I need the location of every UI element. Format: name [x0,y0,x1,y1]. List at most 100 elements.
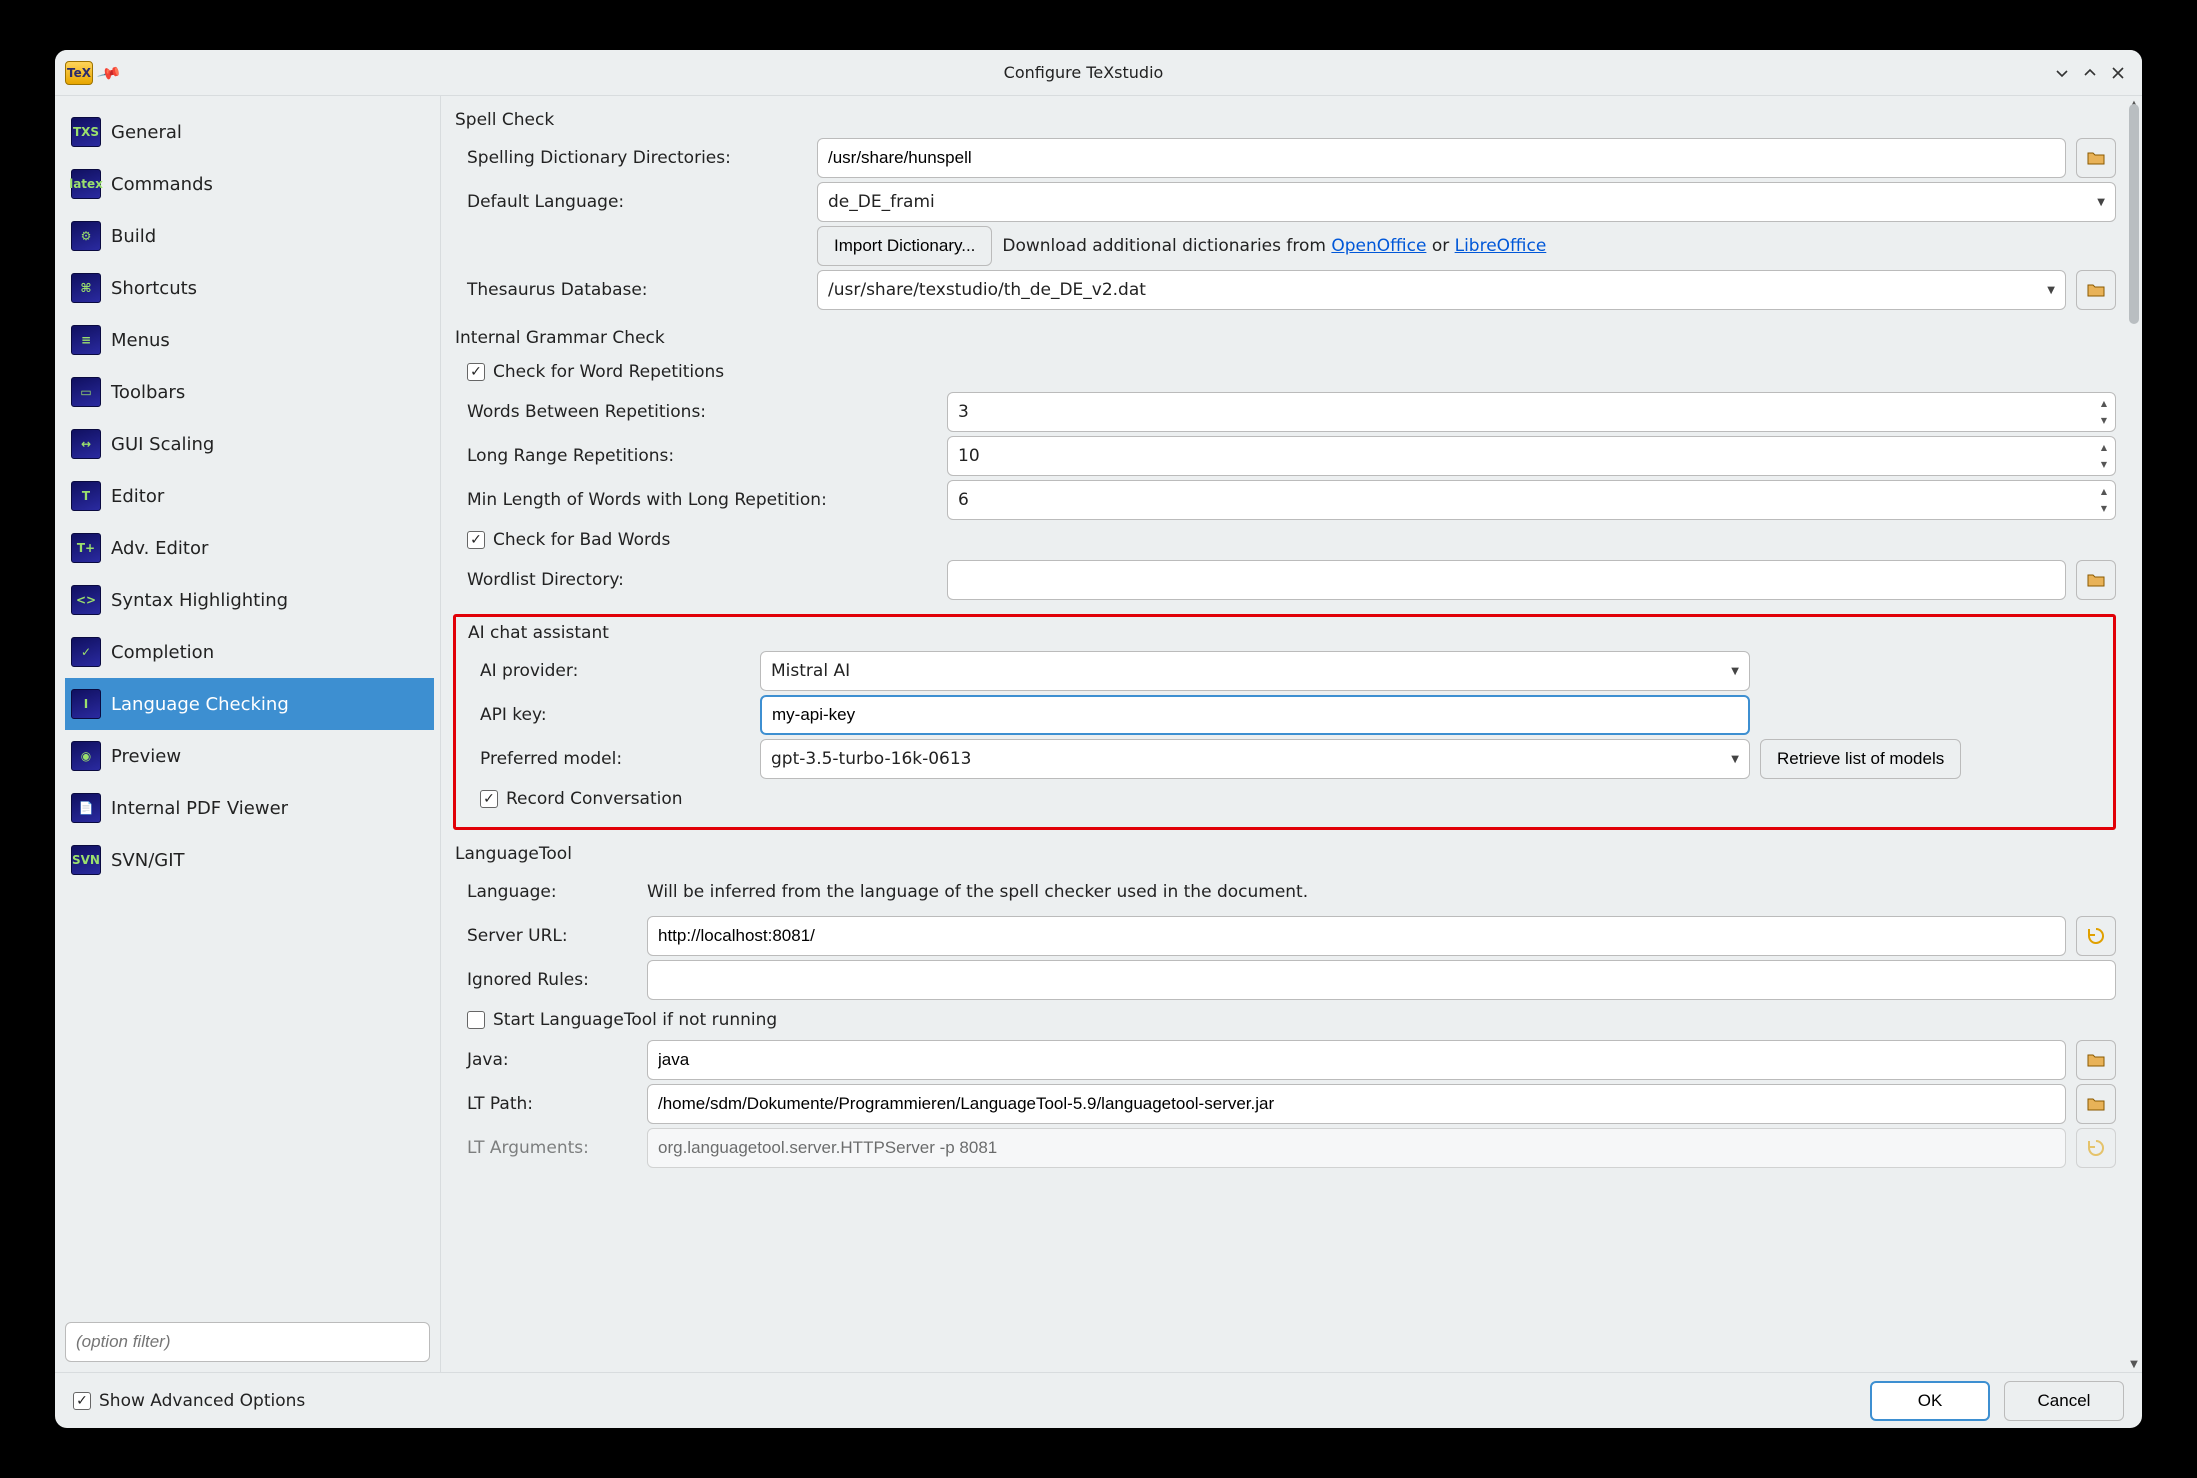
minimize-button[interactable] [2048,59,2076,87]
wordlist-browse[interactable] [2076,560,2116,600]
grammar-title: Internal Grammar Check [453,324,2116,354]
sidebar-filter-wrap [55,1316,440,1372]
retrieve-models-button[interactable]: Retrieve list of models [1760,739,1961,779]
openoffice-link[interactable]: OpenOffice [1331,236,1426,256]
sidebar-icon: SVN [71,845,101,875]
import-dictionary-button[interactable]: Import Dictionary... [817,226,992,266]
sidebar-item-label: Toolbars [111,382,185,403]
dict-dirs-browse[interactable] [2076,138,2116,178]
sidebar-item-label: Commands [111,174,213,195]
sidebar-item-preview[interactable]: ◉Preview [65,730,434,782]
lt-args-reset[interactable] [2076,1128,2116,1168]
check-bad-words[interactable]: Check for Bad Words [467,522,2116,558]
spinner-up[interactable]: ▲ [2095,395,2113,412]
libreoffice-link[interactable]: LibreOffice [1455,236,1547,256]
lt-path-input[interactable] [647,1084,2066,1124]
sidebar-icon: ⌘ [71,273,101,303]
lt-args-label: LT Arguments: [467,1138,637,1158]
sidebar-item-label: Language Checking [111,694,289,715]
sidebar-item-language-checking[interactable]: ILanguage Checking [65,678,434,730]
sidebar-icon: ≡ [71,325,101,355]
lt-args-input[interactable] [647,1128,2066,1168]
sidebar-icon: T [71,481,101,511]
api-key-input[interactable] [760,695,1750,735]
lt-path-label: LT Path: [467,1094,637,1114]
sidebar-item-adv-editor[interactable]: T+Adv. Editor [65,522,434,574]
spinner-up[interactable]: ▲ [2095,483,2113,500]
chevron-down-icon: ▼ [1731,666,1739,677]
wordlist-input[interactable] [947,560,2066,600]
dict-dirs-input[interactable] [817,138,2066,178]
sidebar-item-syntax-highlighting[interactable]: <>Syntax Highlighting [65,574,434,626]
thesaurus-combo[interactable]: /usr/share/texstudio/th_de_DE_v2.dat ▼ [817,270,2066,310]
record-conversation[interactable]: Record Conversation [480,781,2103,817]
sidebar-item-label: Internal PDF Viewer [111,798,288,819]
spinner-down[interactable]: ▼ [2095,456,2113,473]
thesaurus-browse[interactable] [2076,270,2116,310]
sidebar-item-internal-pdf-viewer[interactable]: 📄 Internal PDF Viewer [65,782,434,834]
ai-title: AI chat assistant [466,623,2103,649]
sidebar-item-completion[interactable]: ✓ Completion [65,626,434,678]
ai-provider-value: Mistral AI [771,661,850,681]
sidebar-item-label: Syntax Highlighting [111,590,288,611]
sidebar-item-label: GUI Scaling [111,434,214,455]
sidebar-item-menus[interactable]: ≡ Menus [65,314,434,366]
dict-dirs-label: Spelling Dictionary Directories: [467,148,807,168]
sidebar-icon: 📄 [71,793,101,823]
sidebar-item-label: Shortcuts [111,278,197,299]
model-value: gpt-3.5-turbo-16k-0613 [771,749,972,769]
option-filter-input[interactable] [65,1322,430,1362]
sidebar-item-build[interactable]: ⚙Build [65,210,434,262]
long-range-input[interactable]: 10 ▲▼ [947,436,2116,476]
cancel-button[interactable]: Cancel [2004,1381,2124,1421]
close-button[interactable] [2104,59,2132,87]
chevron-down-icon: ▼ [2097,197,2105,208]
sidebar-item-label: Completion [111,642,214,663]
spinner-down[interactable]: ▼ [2095,412,2113,429]
start-languagetool[interactable]: Start LanguageTool if not running [467,1002,2116,1038]
sidebar-item-commands[interactable]: latexCommands [65,158,434,210]
check-word-repetitions[interactable]: Check for Word Repetitions [467,354,2116,390]
app-icon: TeX [65,61,93,85]
maximize-button[interactable] [2076,59,2104,87]
lt-path-browse[interactable] [2076,1084,2116,1124]
sidebar-item-shortcuts[interactable]: ⌘ Shortcuts [65,262,434,314]
ai-provider-combo[interactable]: Mistral AI ▼ [760,651,1750,691]
lt-server-input[interactable] [647,916,2066,956]
default-lang-label: Default Language: [467,192,807,212]
sidebar-item-general[interactable]: TXSGeneral [65,106,434,158]
sidebar-item-gui-scaling[interactable]: ↔GUI Scaling [65,418,434,470]
default-lang-combo[interactable]: de_DE_frami ▼ [817,182,2116,222]
lt-language-hint: Will be inferred from the language of th… [647,882,1308,902]
dialog-body: TXSGenerallatexCommands⚙Build ⌘ Shortcuts ≡… [55,96,2142,1372]
show-advanced-options[interactable]: Show Advanced Options [73,1383,305,1419]
lt-server-reset[interactable] [2076,916,2116,956]
sidebar-item-toolbars[interactable]: ▭Toolbars [65,366,434,418]
min-len-label: Min Length of Words with Long Repetition… [467,490,937,510]
sidebar-item-editor[interactable]: T Editor [65,470,434,522]
sidebar-icon: ✓ [71,637,101,667]
sidebar-item-label: Preview [111,746,181,767]
lt-java-browse[interactable] [2076,1040,2116,1080]
download-text: Download additional dictionaries from [1002,236,1331,256]
scroll-thumb[interactable] [2129,104,2139,324]
chevron-down-icon: ▼ [2047,285,2055,296]
spinner-up[interactable]: ▲ [2095,439,2113,456]
sidebar-item-label: Menus [111,330,170,351]
sidebar-item-label: Build [111,226,156,247]
scroll-down[interactable]: ▼ [2126,1356,2142,1372]
ok-button[interactable]: OK [1870,1381,1990,1421]
wordlist-label: Wordlist Directory: [467,570,937,590]
model-combo[interactable]: gpt-3.5-turbo-16k-0613 ▼ [760,739,1750,779]
sidebar-item-label: Editor [111,486,164,507]
vertical-scrollbar[interactable]: ▲ ▼ [2126,96,2142,1372]
sidebar-icon: TXS [71,117,101,147]
spinner-down[interactable]: ▼ [2095,500,2113,517]
lt-java-input[interactable] [647,1040,2066,1080]
sidebar-icon: T+ [71,533,101,563]
sidebar-item-svn-git[interactable]: SVNSVN/GIT [65,834,434,886]
thesaurus-value: /usr/share/texstudio/th_de_DE_v2.dat [828,280,1146,300]
words-between-input[interactable]: 3 ▲▼ [947,392,2116,432]
lt-ignored-input[interactable] [647,960,2116,1000]
min-len-input[interactable]: 6 ▲▼ [947,480,2116,520]
